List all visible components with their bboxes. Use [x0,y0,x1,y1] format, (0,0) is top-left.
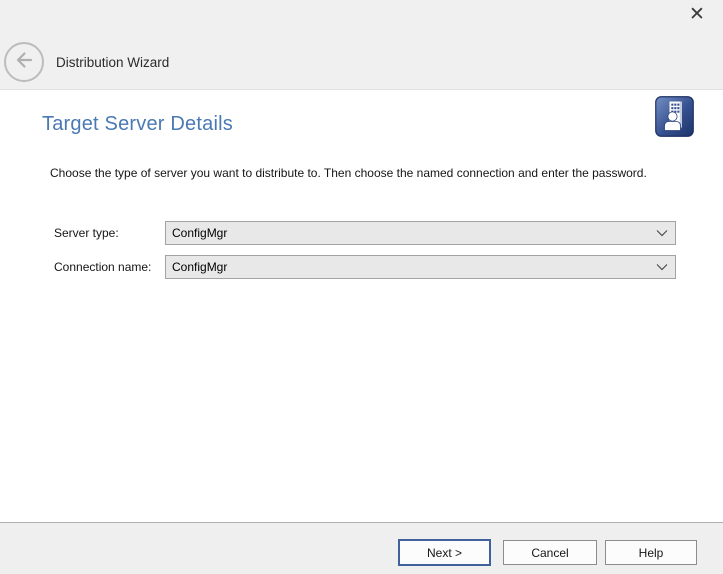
server-type-value: ConfigMgr [166,226,649,240]
chevron-down-icon [649,222,675,244]
wizard-title: Distribution Wizard [56,42,169,82]
back-button[interactable] [4,42,44,82]
footer-bar: Next > Cancel Help [0,522,723,574]
next-button[interactable]: Next > [398,539,491,566]
server-type-label: Server type: [54,226,119,240]
connection-name-label: Connection name: [54,260,151,274]
close-icon[interactable]: ✕ [683,1,711,27]
back-arrow-icon [12,48,36,77]
connection-name-value: ConfigMgr [166,260,649,274]
server-type-dropdown[interactable]: ConfigMgr [165,221,676,245]
help-button[interactable]: Help [605,540,697,565]
distribution-server-icon [655,96,694,137]
wizard-header: ✕ Distribution Wizard [0,0,723,90]
cancel-button[interactable]: Cancel [503,540,597,565]
page-title: Target Server Details [42,113,233,136]
page-description: Choose the type of server you want to di… [50,164,657,182]
connection-name-dropdown[interactable]: ConfigMgr [165,255,676,279]
chevron-down-icon [649,256,675,278]
